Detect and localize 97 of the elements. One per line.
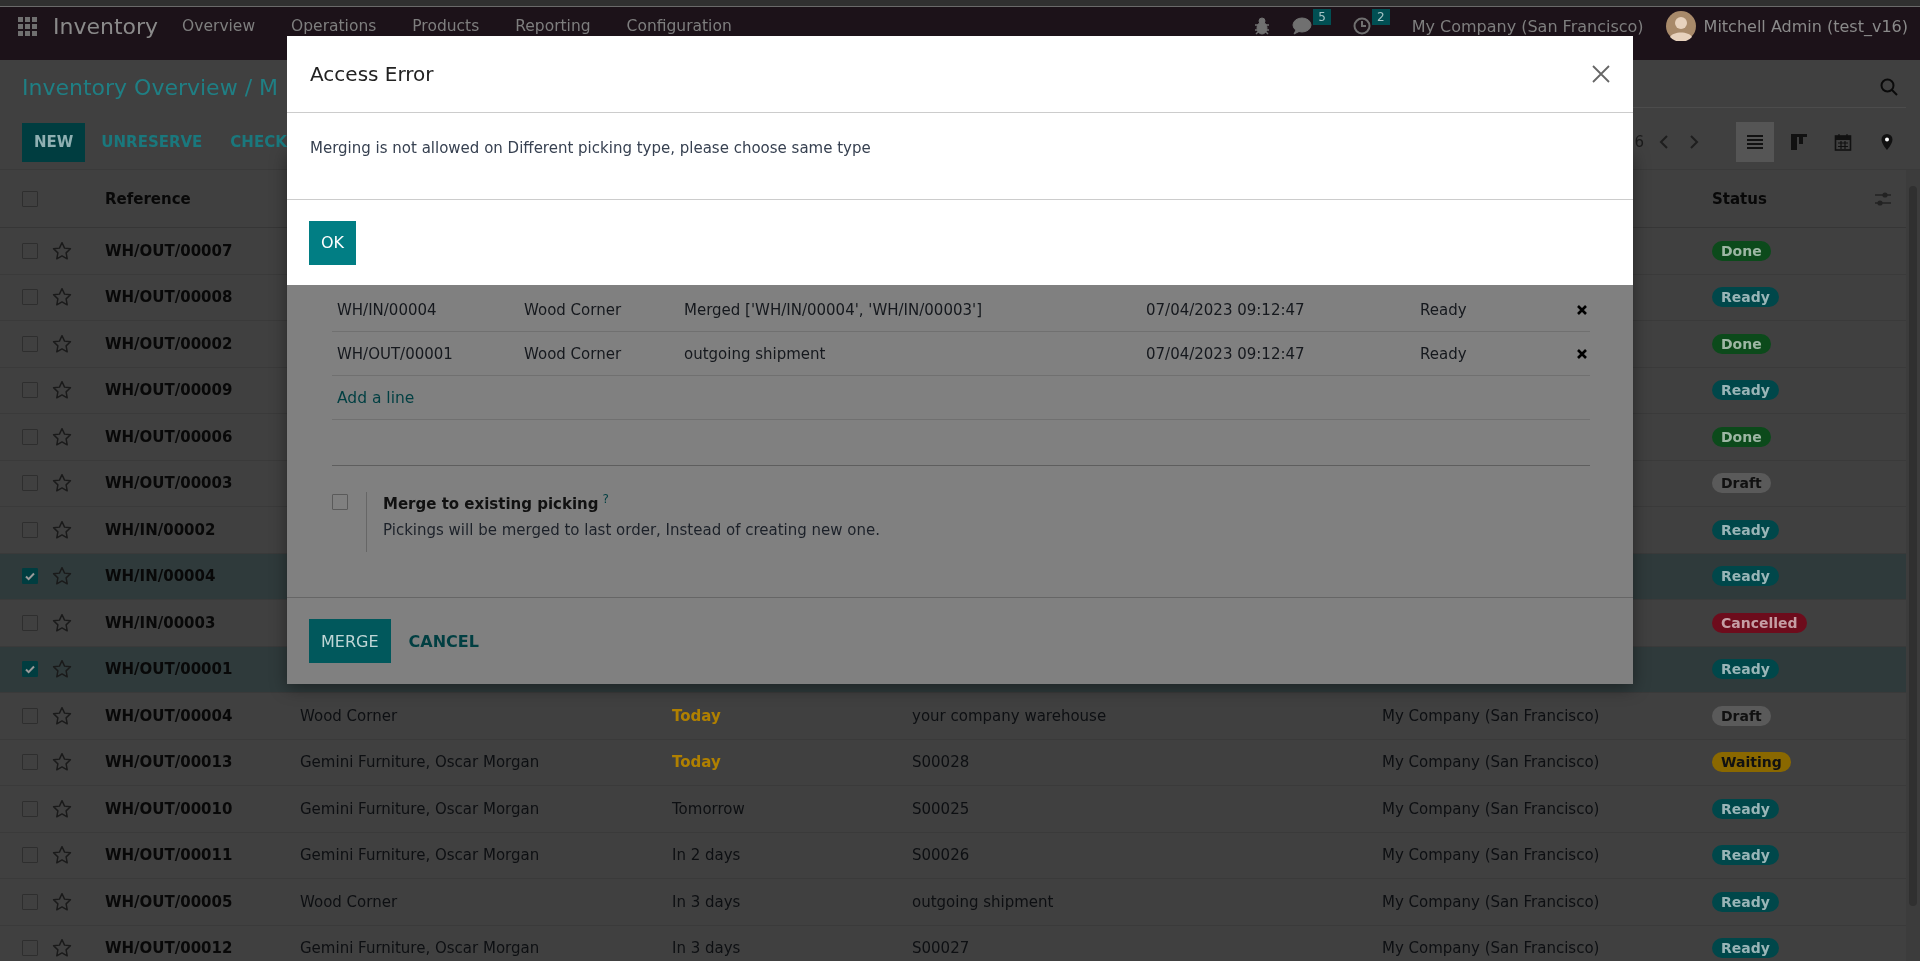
table-cell: 07/04/2023 09:12:47 xyxy=(1146,344,1305,363)
table-cell: Today xyxy=(672,753,721,772)
delete-icon[interactable] xyxy=(1576,347,1588,360)
status-badge: Ready xyxy=(1712,566,1779,587)
star-icon[interactable] xyxy=(52,240,72,261)
table-cell: WH/OUT/00012 xyxy=(105,939,233,958)
star-icon[interactable] xyxy=(52,612,72,633)
row-checkbox[interactable] xyxy=(22,568,38,585)
field-help-text: Pickings will be merged to last order, Instead of creating new one. xyxy=(383,521,880,539)
table-cell: WH/OUT/00003 xyxy=(105,474,233,493)
status-badge: Draft xyxy=(1712,705,1771,726)
app-name[interactable]: Inventory xyxy=(53,13,159,39)
company-switcher[interactable]: My Company (San Francisco) xyxy=(1411,16,1644,36)
calendar-icon[interactable] xyxy=(1834,133,1852,151)
kanban-view-icon[interactable] xyxy=(1790,133,1808,151)
table-cell: Today xyxy=(672,706,721,725)
status-badge: Ready xyxy=(1712,287,1779,308)
status-badge: Ready xyxy=(1712,659,1779,680)
star-icon[interactable] xyxy=(52,752,72,773)
status-badge: Done xyxy=(1712,333,1771,354)
table-cell: Wood Corner xyxy=(524,300,622,319)
row-checkbox[interactable] xyxy=(22,661,38,678)
menu-item[interactable]: Reporting xyxy=(515,17,591,35)
menu-item[interactable]: Overview xyxy=(182,17,256,35)
table-cell: Ready xyxy=(1420,344,1467,363)
table-cell: Ready xyxy=(1420,300,1467,319)
count-badge: 5 xyxy=(1313,9,1331,25)
status-badge: Ready xyxy=(1712,891,1779,912)
star-icon[interactable] xyxy=(52,845,72,866)
table-cell: Merged ['WH/IN/00004', 'WH/IN/00003'] xyxy=(684,300,982,319)
star-icon[interactable] xyxy=(52,705,72,726)
table-cell: WH/OUT/00002 xyxy=(105,334,233,353)
user-menu[interactable]: Mitchell Admin (test_v16) xyxy=(1703,16,1908,36)
dialog-title: Access Error xyxy=(310,62,434,86)
field-label: Merge to existing picking xyxy=(383,495,599,513)
list-view-icon[interactable] xyxy=(1746,133,1764,151)
status-badge: Cancelled xyxy=(1712,612,1807,633)
table-cell: WH/OUT/00004 xyxy=(105,706,233,725)
dialog-button[interactable]: CANCEL xyxy=(396,619,491,663)
table-cell: WH/OUT/00007 xyxy=(105,241,233,260)
dialog-button[interactable]: MERGE xyxy=(309,619,391,663)
star-icon[interactable] xyxy=(52,473,72,494)
table-cell: WH/OUT/00008 xyxy=(105,288,233,307)
table-cell: WH/OUT/00009 xyxy=(105,381,233,400)
clock-icon[interactable] xyxy=(1353,17,1371,35)
ok-button[interactable]: OK xyxy=(309,220,357,265)
chevron-left-icon[interactable] xyxy=(1658,134,1670,150)
error-message: Merging is not allowed on Different picking type, please choose same type xyxy=(310,139,871,157)
help-tooltip-mark[interactable]: ? xyxy=(602,492,609,506)
star-icon[interactable] xyxy=(52,566,72,587)
status-badge: Ready xyxy=(1712,845,1779,866)
option-checkbox[interactable] xyxy=(332,494,348,510)
menu-item[interactable]: Products xyxy=(412,17,480,35)
table-cell: WH/OUT/00011 xyxy=(105,846,233,865)
table-cell: outgoing shipment xyxy=(684,344,826,363)
action-button[interactable]: NEW xyxy=(22,122,86,162)
status-badge: Done xyxy=(1712,240,1771,261)
star-icon[interactable] xyxy=(52,659,72,680)
table-cell: WH/IN/00004 xyxy=(337,300,437,319)
menu-item[interactable]: Operations xyxy=(291,17,377,35)
star-icon[interactable] xyxy=(52,891,72,912)
avatar-icon[interactable] xyxy=(1665,11,1696,41)
table-cell: WH/OUT/00006 xyxy=(105,427,233,446)
status-badge: Ready xyxy=(1712,380,1779,401)
table-cell: Wood Corner xyxy=(524,344,622,363)
add-line-link[interactable]: Add a line xyxy=(337,388,415,407)
star-icon[interactable] xyxy=(52,519,72,540)
star-icon[interactable] xyxy=(52,287,72,308)
status-badge: Draft xyxy=(1712,473,1771,494)
status-badge: Done xyxy=(1712,426,1771,447)
close-icon[interactable] xyxy=(1591,64,1611,84)
column-settings-icon[interactable] xyxy=(1874,190,1892,207)
status-badge: Ready xyxy=(1712,798,1779,819)
table-cell: 07/04/2023 09:12:47 xyxy=(1146,300,1305,319)
status-badge: Waiting xyxy=(1712,752,1791,773)
table-cell: WH/OUT/00001 xyxy=(337,344,453,363)
chevron-right-icon[interactable] xyxy=(1688,134,1700,150)
chat-icon[interactable] xyxy=(1292,17,1313,35)
menu-item[interactable]: Configuration xyxy=(626,17,732,35)
star-icon[interactable] xyxy=(52,938,72,959)
star-icon[interactable] xyxy=(52,380,72,401)
status-badge: Ready xyxy=(1712,519,1779,540)
table-cell: WH/OUT/00013 xyxy=(105,753,233,772)
bug-icon[interactable] xyxy=(1254,17,1271,35)
table-cell: WH/IN/00003 xyxy=(105,613,216,632)
table-cell: WH/OUT/00010 xyxy=(105,799,233,818)
table-cell: WH/IN/00002 xyxy=(105,520,216,539)
star-icon[interactable] xyxy=(52,426,72,447)
count-badge: 2 xyxy=(1372,9,1390,25)
status-badge: Ready xyxy=(1712,938,1779,959)
search-icon[interactable] xyxy=(1880,78,1898,96)
table-cell: WH/OUT/00005 xyxy=(105,892,233,911)
view-switch-button[interactable] xyxy=(1736,122,1774,162)
delete-icon[interactable] xyxy=(1576,303,1588,316)
star-icon[interactable] xyxy=(52,798,72,819)
apps-menu-icon[interactable] xyxy=(18,16,37,36)
star-icon[interactable] xyxy=(52,333,72,354)
